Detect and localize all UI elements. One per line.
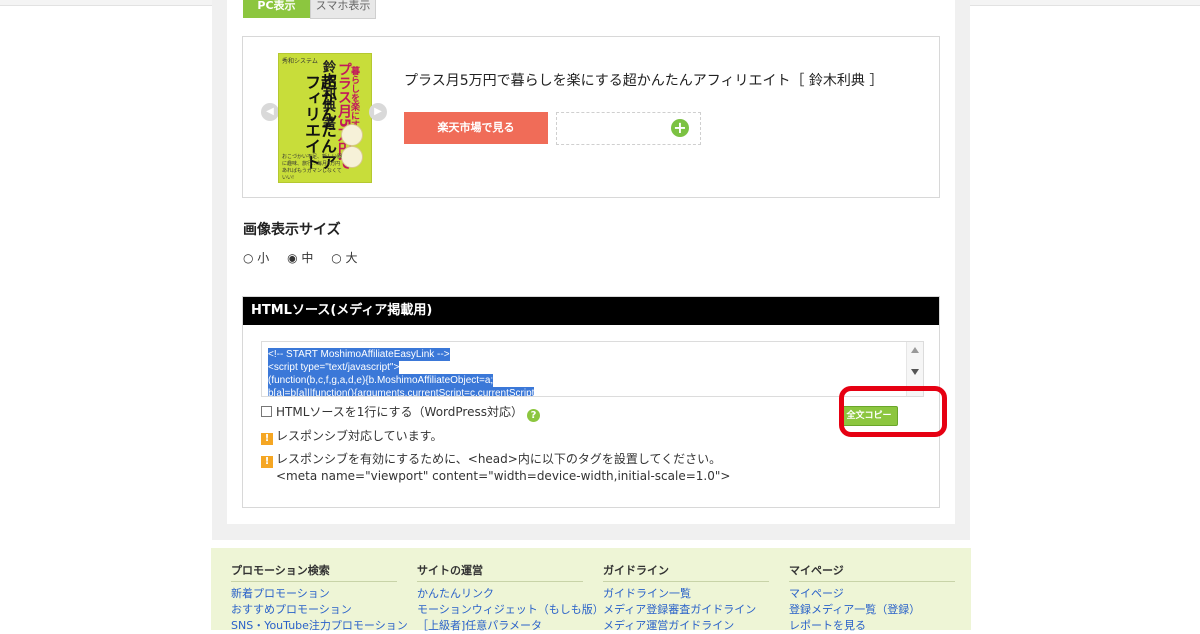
plus-circle-icon[interactable]: +	[671, 119, 689, 137]
footer-heading: プロモーション検索	[231, 562, 397, 582]
code-line: (function(b,c,f,g,a,d,e){b.MoshimoAffili…	[268, 374, 494, 387]
product-title: プラス月5万円で暮らしを楽にする超かんたんアフィリエイト［ 鈴木利典 ］	[404, 73, 884, 89]
footer-column-site-operation: サイトの運営 かんたんリンク モーションウィジェット（もしも版） ［上級者]任意…	[417, 562, 604, 634]
radio-size-medium[interactable]: ◉ 中	[287, 249, 313, 266]
tab-pc-view[interactable]: PC表示	[243, 0, 310, 18]
book-cover-badge	[341, 124, 363, 146]
warning-icon: !	[261, 433, 273, 445]
code-line: <script type="text/javascript">	[268, 361, 400, 374]
book-cover-image[interactable]: 秀和システム プラス月5万円で 暮らしを楽にする 鈴木利典 著 超かんたんアフィ…	[278, 53, 372, 183]
footer-column-mypage: マイページ マイページ 登録メディア一覧（登録） レポートを見る	[789, 562, 955, 634]
code-line: <!-- START MoshimoAffiliateEasyLink -->	[268, 348, 450, 361]
rakuten-button[interactable]: 楽天市場で見る	[404, 112, 548, 144]
footer-link[interactable]: ［上級者]任意パラメータ	[417, 618, 583, 634]
scroll-up-icon[interactable]	[911, 347, 919, 353]
link-preview-box: ◀ 秀和システム プラス月5万円で 暮らしを楽にする 鈴木利典 著 超かんたんア…	[242, 36, 940, 198]
image-size-heading: 画像表示サイズ	[243, 222, 341, 238]
footer-heading: マイページ	[789, 562, 955, 582]
footer-link[interactable]: SNS・YouTube注力プロモーション	[231, 618, 408, 634]
footer-link[interactable]: 新着プロモーション	[231, 586, 397, 602]
code-line: b[a]=b[a]||function(){arguments.currentS…	[268, 387, 535, 396]
image-size-options: ○ 小 ◉ 中 ○ 大	[243, 249, 372, 266]
radio-size-small[interactable]: ○ 小	[243, 249, 269, 266]
one-line-checkbox[interactable]	[261, 406, 272, 417]
one-line-label[interactable]: HTMLソースを1行にする（WordPress対応）	[276, 405, 523, 419]
footer-column-guidelines: ガイドライン ガイドライン一覧 メディア登録審査ガイドライン メディア運営ガイド…	[603, 562, 769, 634]
book-cover-publisher: 秀和システム	[282, 58, 318, 65]
footer-link[interactable]: おすすめプロモーション	[231, 602, 397, 618]
responsive-notice-text: レスポンシブ対応しています。	[276, 429, 443, 443]
footer-heading: サイトの運営	[417, 562, 583, 582]
responsive-notice: ! レスポンシブ対応しています。	[261, 428, 442, 445]
html-source-textarea[interactable]: <!-- START MoshimoAffiliateEasyLink --> …	[261, 341, 924, 397]
radio-size-large[interactable]: ○ 大	[331, 249, 357, 266]
site-footer: プロモーション検索 新着プロモーション おすすめプロモーション SNS・YouT…	[211, 548, 971, 632]
footer-link[interactable]: かんたんリンク	[417, 586, 583, 602]
book-cover-tagline: おこづかい不足、新しい服に趣味、旅行…毎月5万円あればもうガマンしなくていい!	[282, 154, 343, 181]
viewport-notice: ! レスポンシブを有効にするために、<head>内に以下のタグを設置してください。…	[261, 451, 730, 485]
footer-link[interactable]: レポートを見る	[789, 618, 955, 634]
viewport-meta-tag: <meta name="viewport" content="width=dev…	[276, 469, 731, 483]
scroll-down-icon[interactable]	[911, 369, 919, 375]
html-source-heading: HTMLソース(メディア掲載用)	[243, 297, 939, 325]
warning-icon: !	[261, 456, 273, 468]
footer-link[interactable]: ガイドライン一覧	[603, 586, 769, 602]
viewport-notice-text: レスポンシブを有効にするために、<head>内に以下のタグを設置してください。	[276, 452, 722, 466]
one-line-option: HTMLソースを1行にする（WordPress対応）?	[261, 403, 540, 422]
footer-link[interactable]: モーションウィジェット（もしも版）	[417, 602, 604, 618]
footer-link[interactable]: 登録メディア一覧（登録）	[789, 602, 955, 618]
footer-heading: ガイドライン	[603, 562, 769, 582]
tab-smartphone-view[interactable]: スマホ表示	[310, 0, 376, 19]
carousel-prev-icon[interactable]: ◀	[261, 103, 279, 121]
footer-link[interactable]: メディア運営ガイドライン	[603, 618, 769, 634]
highlight-ring	[839, 386, 947, 437]
help-icon[interactable]: ?	[526, 409, 540, 422]
book-cover-badge	[341, 146, 363, 168]
add-shop-button[interactable]: +	[556, 112, 701, 145]
html-source-box: HTMLソース(メディア掲載用) <!-- START MoshimoAffil…	[242, 296, 940, 508]
carousel-next-icon[interactable]: ▶	[369, 103, 387, 121]
footer-link[interactable]: マイページ	[789, 586, 955, 602]
footer-column-promotion-search: プロモーション検索 新着プロモーション おすすめプロモーション SNS・YouT…	[231, 562, 408, 634]
footer-link[interactable]: メディア登録審査ガイドライン	[603, 602, 769, 618]
